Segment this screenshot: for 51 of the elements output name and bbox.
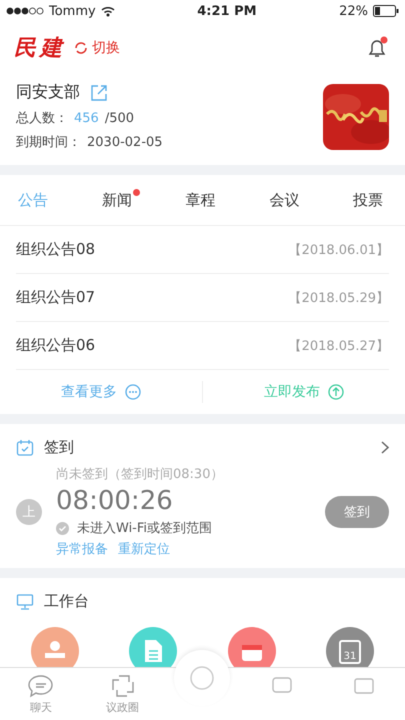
calendar-app-icon[interactable]: 31 xyxy=(326,627,374,667)
section-tab[interactable]: 投票 xyxy=(347,186,389,214)
signal-icon xyxy=(6,7,44,15)
stamp-app-icon[interactable] xyxy=(31,627,80,667)
clock-time: 4:21 PM xyxy=(197,4,257,18)
monitor-icon xyxy=(16,592,34,610)
branch-name: 同安支部 xyxy=(16,82,80,103)
more-icon xyxy=(125,384,141,400)
notice-date: 【2018.05.27】 xyxy=(288,338,389,354)
section-title: 工作台 xyxy=(44,592,89,611)
action-link[interactable]: 异常报备 xyxy=(56,540,108,558)
upload-icon xyxy=(328,384,344,400)
location-note: 未进入Wi-Fi或签到范围 xyxy=(77,520,212,537)
section-tab[interactable]: 新闻 xyxy=(96,186,138,214)
notice-title[interactable]: 组织公告08 xyxy=(16,240,96,259)
members-total: /500 xyxy=(104,110,134,126)
section-title: 签到 xyxy=(44,438,74,457)
chevron-right-icon[interactable] xyxy=(381,441,389,454)
notice-title[interactable]: 组织公告07 xyxy=(16,288,96,307)
share-icon[interactable] xyxy=(90,84,108,102)
carrier-name: Tommy xyxy=(49,4,96,18)
app-logo: 民建 xyxy=(14,34,66,63)
tab-bar-item[interactable]: 议政圈 xyxy=(92,668,153,715)
document-app-icon[interactable] xyxy=(129,627,178,667)
section-tab[interactable]: 会议 xyxy=(263,186,306,214)
chat-bubble-icon xyxy=(28,674,54,698)
notice-date: 【2018.05.29】 xyxy=(288,290,389,306)
aperture-icon xyxy=(110,674,135,698)
switch-button[interactable]: 切换 xyxy=(74,39,120,57)
action-link[interactable]: 重新定位 xyxy=(118,540,170,558)
battery-icon xyxy=(372,5,399,17)
section-tab[interactable]: 章程 xyxy=(180,186,222,214)
publish-button[interactable]: 立即发布 xyxy=(203,382,405,402)
checkin-status: 尚未签到（签到时间08:30） xyxy=(56,466,224,483)
expiry-date: 2030-02-05 xyxy=(87,134,163,150)
refresh-icon xyxy=(74,41,88,55)
members-label: 总人数： xyxy=(16,110,68,127)
current-time: 08:00:26 xyxy=(56,486,174,516)
battery-percent: 22% xyxy=(339,4,368,18)
notice-title[interactable]: 组织公告06 xyxy=(16,336,96,355)
circle-icon xyxy=(188,664,216,692)
wifi-icon xyxy=(100,6,115,16)
view-more-button[interactable]: 查看更多 xyxy=(0,382,202,402)
tab-bar-item[interactable]: 聊天 xyxy=(10,668,71,715)
notice-date: 【2018.06.01】 xyxy=(288,242,389,258)
section-tab[interactable]: 公告 xyxy=(12,186,54,214)
calendar-check-icon xyxy=(16,438,34,456)
briefcase-app-icon[interactable] xyxy=(228,627,276,667)
expiry-label: 到期时间： xyxy=(16,134,81,151)
members-count: 456 xyxy=(74,110,99,126)
check-circle-icon xyxy=(56,522,69,534)
